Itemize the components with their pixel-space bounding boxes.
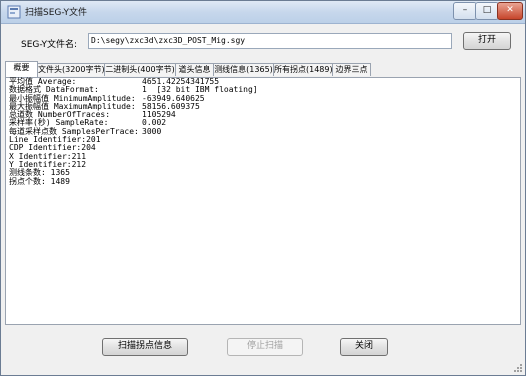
open-button[interactable]: 打开 — [463, 32, 511, 50]
segy-file-path-input[interactable]: D:\segy\zxc3d\zxc3D_POST_Mig.sgy — [88, 33, 452, 49]
app-icon — [7, 5, 21, 19]
close-window-button[interactable]: ✕ — [497, 2, 523, 20]
summary-panel[interactable]: 平均值 Average: 4651.42254341755 数据格式 DataFo… — [5, 77, 521, 325]
segy-file-label: SEG-Y文件名: — [21, 40, 78, 50]
minimize-button[interactable]: – — [453, 2, 477, 20]
title-bar[interactable]: 扫描SEG-Y文件 – □ ✕ — [1, 1, 525, 24]
tab-line-info[interactable]: 测线信息(1365) — [213, 63, 274, 76]
maximize-button[interactable]: □ — [475, 2, 499, 20]
summary-line: 测线条数: 1365 — [9, 168, 439, 177]
summary-line: 拐点个数: 1489 — [9, 176, 439, 186]
tab-all-inflection-points[interactable]: 所有拐点(1489) — [273, 63, 333, 76]
summary-key: 拐点个数: 1489 — [9, 176, 70, 186]
tab-boundary-three-points[interactable]: 边界三点 — [332, 63, 371, 76]
tab-trace-header[interactable]: 道头信息 — [175, 63, 214, 76]
window-title: 扫描SEG-Y文件 — [25, 8, 88, 18]
resize-grip-icon[interactable] — [513, 363, 523, 373]
scan-segy-window: 扫描SEG-Y文件 – □ ✕ SEG-Y文件名: D:\segy\zxc3d\… — [0, 0, 526, 376]
summary-text: 平均值 Average: 4651.42254341755 数据格式 DataFo… — [9, 77, 439, 186]
tab-binary-header[interactable]: 二进制头(400字节) — [104, 63, 176, 76]
stop-scan-button[interactable]: 停止扫描 — [227, 338, 303, 356]
tab-file-header[interactable]: 文件头(3200字节) — [37, 63, 105, 76]
summary-line: Y Identifier:212 — [9, 160, 439, 169]
close-button[interactable]: 关闭 — [340, 338, 388, 356]
tab-summary[interactable]: 概要 — [5, 61, 38, 77]
summary-value: 3000 — [142, 126, 162, 136]
scan-inflection-points-button[interactable]: 扫描拐点信息 — [102, 338, 188, 356]
